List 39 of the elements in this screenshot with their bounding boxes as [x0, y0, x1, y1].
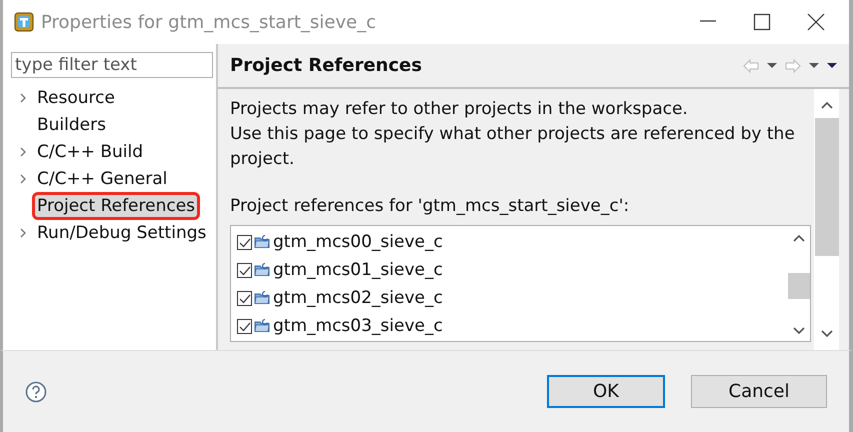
scroll-down-icon[interactable] — [821, 329, 833, 338]
window-title: Properties for gtm_mcs_start_sieve_c — [41, 12, 377, 32]
scrollbar-thumb[interactable] — [815, 118, 839, 256]
scrollbar-thumb[interactable] — [788, 273, 810, 299]
checkbox[interactable] — [237, 290, 252, 306]
tree-item[interactable]: Builders — [35, 114, 108, 136]
project-name[interactable]: gtm_mcs03_sieve_c — [273, 314, 443, 338]
checkbox[interactable] — [237, 262, 252, 278]
dialog-button[interactable]: OK — [547, 375, 665, 408]
menu-icon[interactable] — [827, 63, 837, 68]
project-folder-icon — [254, 290, 271, 306]
scroll-up-icon[interactable] — [793, 234, 805, 243]
tree-item[interactable]: C/C++ General — [35, 168, 170, 190]
description-text: Projects may refer to other projects in the workspace. — [230, 98, 689, 121]
project-folder-icon — [254, 234, 271, 250]
project-name[interactable]: gtm_mcs00_sieve_c — [273, 230, 443, 254]
project-name[interactable]: gtm_mcs01_sieve_c — [273, 258, 443, 282]
help-icon[interactable] — [25, 380, 47, 402]
project-folder-icon — [254, 262, 271, 278]
filter-field[interactable]: type filter text — [11, 52, 213, 78]
tree-item[interactable]: Resource — [35, 86, 117, 108]
tree-item[interactable]: Run/Debug Settings — [35, 222, 208, 244]
dropdown-icon[interactable] — [767, 63, 777, 68]
dialog-button[interactable]: Cancel — [691, 375, 827, 408]
list-label: Project references for 'gtm_mcs_start_sieve_c': — [230, 195, 630, 218]
checkbox[interactable] — [237, 234, 252, 250]
tree-item[interactable]: C/C++ Build — [35, 140, 146, 162]
scroll-down-icon[interactable] — [793, 326, 805, 335]
tree-item[interactable]: Project References — [35, 194, 198, 216]
project-name[interactable]: gtm_mcs02_sieve_c — [273, 286, 443, 310]
description-text: Use this page to specify what other projects are referenced by the project. — [230, 123, 796, 171]
close-icon[interactable] — [807, 13, 825, 31]
page-title: Project References — [230, 55, 423, 76]
checkbox[interactable] — [237, 318, 252, 334]
maximize-icon[interactable] — [753, 13, 771, 31]
scroll-up-icon[interactable] — [821, 101, 833, 110]
project-folder-icon — [254, 318, 271, 334]
app-icon — [13, 11, 35, 33]
dropdown-icon[interactable] — [809, 63, 819, 68]
